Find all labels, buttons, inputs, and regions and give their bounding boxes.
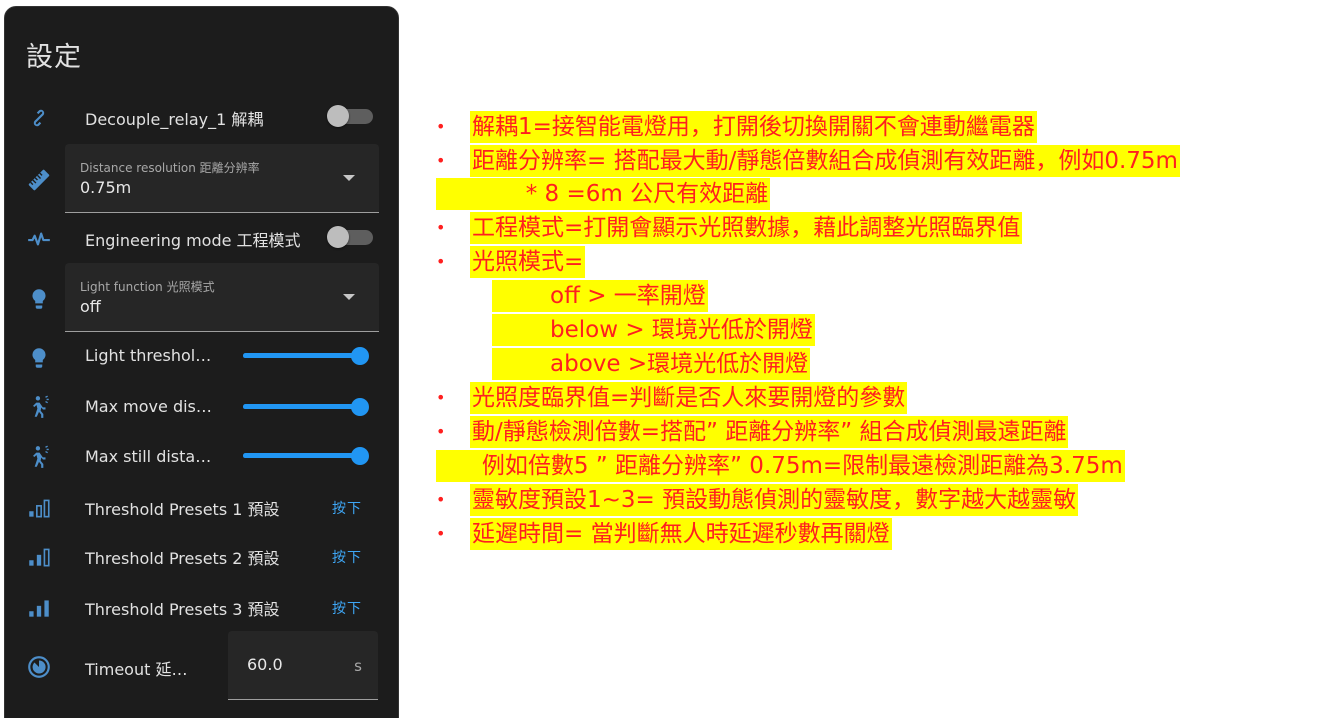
max-move-distance-slider[interactable] (243, 397, 369, 417)
note-text: below > 環境光低於開燈 (492, 314, 815, 346)
threshold-presets-1-label: Threshold Presets 1 預設 (85, 500, 280, 519)
threshold-presets-1-press-button[interactable]: 按下 (332, 498, 362, 518)
timeout-value: 60.0 (247, 655, 283, 674)
lightbulb-icon (25, 285, 53, 313)
distance-resolution-row: Distance resolution 距離分辨率 0.75m (5, 144, 400, 213)
bullet-icon: • (436, 151, 446, 170)
signal-2-icon (25, 543, 53, 571)
engineering-mode-label: Engineering mode 工程模式 (85, 231, 301, 250)
bullet-icon: • (436, 252, 446, 271)
bullet-icon: • (436, 117, 446, 136)
slider-fill (243, 353, 363, 358)
note-text: off > 一率開燈 (492, 280, 708, 312)
card-title: 設定 (26, 42, 82, 73)
note-text: 光照模式= (470, 246, 586, 278)
note-text: 延遲時間= 當判斷無人時延遲秒數再關燈 (470, 518, 892, 550)
ruler-icon (25, 166, 53, 194)
slider-fill (243, 404, 363, 409)
dropdown-caret-icon (343, 175, 355, 181)
bullet-icon: • (436, 218, 446, 237)
threshold-presets-1-row: Threshold Presets 1 預設 按下 (5, 494, 400, 519)
threshold-presets-2-label: Threshold Presets 2 預設 (85, 549, 280, 568)
decouple-relay-toggle[interactable] (327, 105, 373, 127)
note-text: 光照度臨界值=判斷是否人來要開燈的參數 (470, 382, 908, 414)
decouple-relay-label: Decouple_relay_1 解耦 (85, 110, 264, 129)
slider-thumb[interactable] (351, 398, 369, 416)
bullet-icon: • (436, 422, 446, 441)
bullet-icon: • (436, 388, 446, 407)
threshold-presets-2-press-button[interactable]: 按下 (332, 547, 362, 567)
threshold-presets-3-press-button[interactable]: 按下 (332, 598, 362, 618)
signal-1-icon (25, 494, 53, 522)
threshold-presets-3-row: Threshold Presets 3 預設 按下 (5, 594, 400, 619)
engineering-mode-row[interactable]: Engineering mode 工程模式 (5, 225, 400, 250)
note-text: 解耦1=接智能電燈用，打開後切換開關不會連動繼電器 (470, 111, 1037, 143)
bullet-icon: • (436, 490, 446, 509)
link-icon (25, 104, 53, 132)
engineering-mode-toggle[interactable] (327, 226, 373, 248)
timeout-label: Timeout 延… (85, 660, 188, 679)
motion-walk-icon (25, 393, 53, 421)
note-text: 例如倍數5 ” 距離分辨率” 0.75m=限制最遠檢測距離為3.75m (436, 450, 1125, 482)
max-move-distance-label: Max move dis… (85, 397, 212, 416)
light-threshold-row: Light threshol… (5, 344, 400, 368)
max-still-distance-slider[interactable] (243, 446, 369, 466)
note-text: 靈敏度預設1~3= 預設動態偵測的靈敏度，數字越大越靈敏 (470, 484, 1079, 516)
settings-card: 設定 Decouple_relay_1 解耦 Distance resoluti… (4, 6, 399, 718)
note-text: 工程模式=打開會顯示光照數據，藉此調整光照臨界值 (470, 212, 1023, 244)
max-still-distance-row: Max still dista… (5, 443, 400, 471)
slider-thumb[interactable] (351, 347, 369, 365)
timeout-input[interactable]: 60.0 s (228, 631, 378, 700)
dropdown-caret-icon (343, 294, 355, 300)
timer-icon (25, 653, 53, 681)
toggle-thumb (327, 226, 349, 248)
light-threshold-label: Light threshol… (85, 346, 212, 365)
distance-resolution-value: 0.75m (80, 178, 132, 197)
light-function-row: Light function 光照模式 off (5, 263, 400, 332)
slider-thumb[interactable] (351, 447, 369, 465)
note-text: 動/靜態檢測倍數=搭配” 距離分辨率” 組合成偵測最遠距離 (470, 416, 1069, 448)
light-threshold-slider[interactable] (243, 346, 369, 366)
light-function-value: off (80, 297, 101, 316)
timeout-unit: s (354, 657, 362, 675)
note-text: above >環境光低於開燈 (492, 348, 811, 380)
decouple-relay-row[interactable]: Decouple_relay_1 解耦 (5, 104, 400, 129)
distance-resolution-label: Distance resolution 距離分辨率 (80, 161, 260, 175)
bullet-icon: • (436, 524, 446, 543)
pulse-icon (25, 225, 53, 253)
light-function-label: Light function 光照模式 (80, 280, 215, 294)
light-function-select[interactable]: Light function 光照模式 off (65, 263, 379, 332)
max-move-distance-row: Max move dis… (5, 393, 400, 421)
note-text: 距離分辨率= 搭配最大動/靜態倍數組合成偵測有效距離，例如0.75m (470, 145, 1180, 177)
motion-walk-icon (25, 443, 53, 471)
signal-3-icon (25, 594, 53, 622)
threshold-presets-3-label: Threshold Presets 3 預設 (85, 600, 280, 619)
max-still-distance-label: Max still dista… (85, 447, 212, 466)
note-text: * 8 =6m 公尺有效距離 (436, 178, 771, 210)
timeout-row: Timeout 延… 60.0 s (5, 631, 400, 700)
lightbulb-icon (25, 344, 53, 372)
threshold-presets-2-row: Threshold Presets 2 預設 按下 (5, 543, 400, 568)
toggle-thumb (327, 105, 349, 127)
slider-fill (243, 453, 363, 458)
distance-resolution-select[interactable]: Distance resolution 距離分辨率 0.75m (65, 144, 379, 213)
